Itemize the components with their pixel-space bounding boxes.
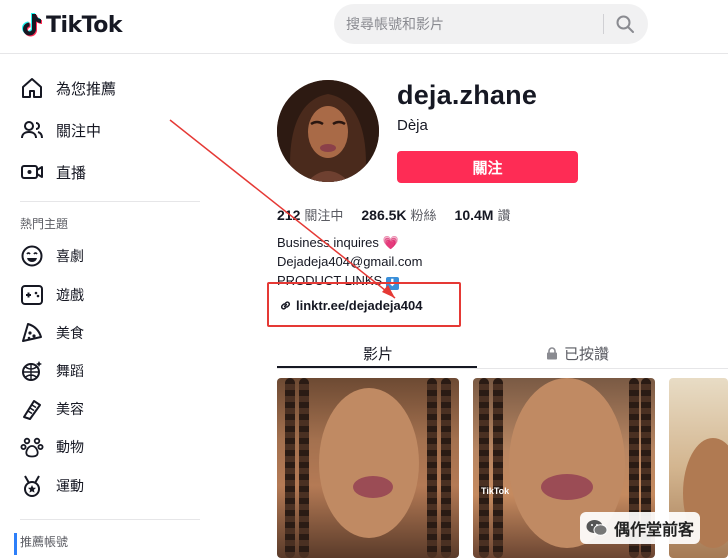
profile-tabs: 影片 已按讚 [277, 338, 728, 369]
wechat-icon [586, 520, 608, 536]
tab-label: 已按讚 [564, 345, 610, 363]
video-thumbnail[interactable] [277, 378, 459, 558]
watermark-text: 偶作堂前客 [614, 522, 695, 539]
tabs-divider [277, 368, 728, 369]
tab-label: 影片 [363, 345, 394, 363]
tab-liked[interactable]: 已按讚 [546, 338, 609, 368]
lock-icon [547, 346, 557, 359]
video-watermark: TikTok [481, 486, 510, 496]
tab-videos[interactable]: 影片 [363, 338, 393, 368]
wechat-watermark: 偶作堂前客 [580, 512, 701, 544]
